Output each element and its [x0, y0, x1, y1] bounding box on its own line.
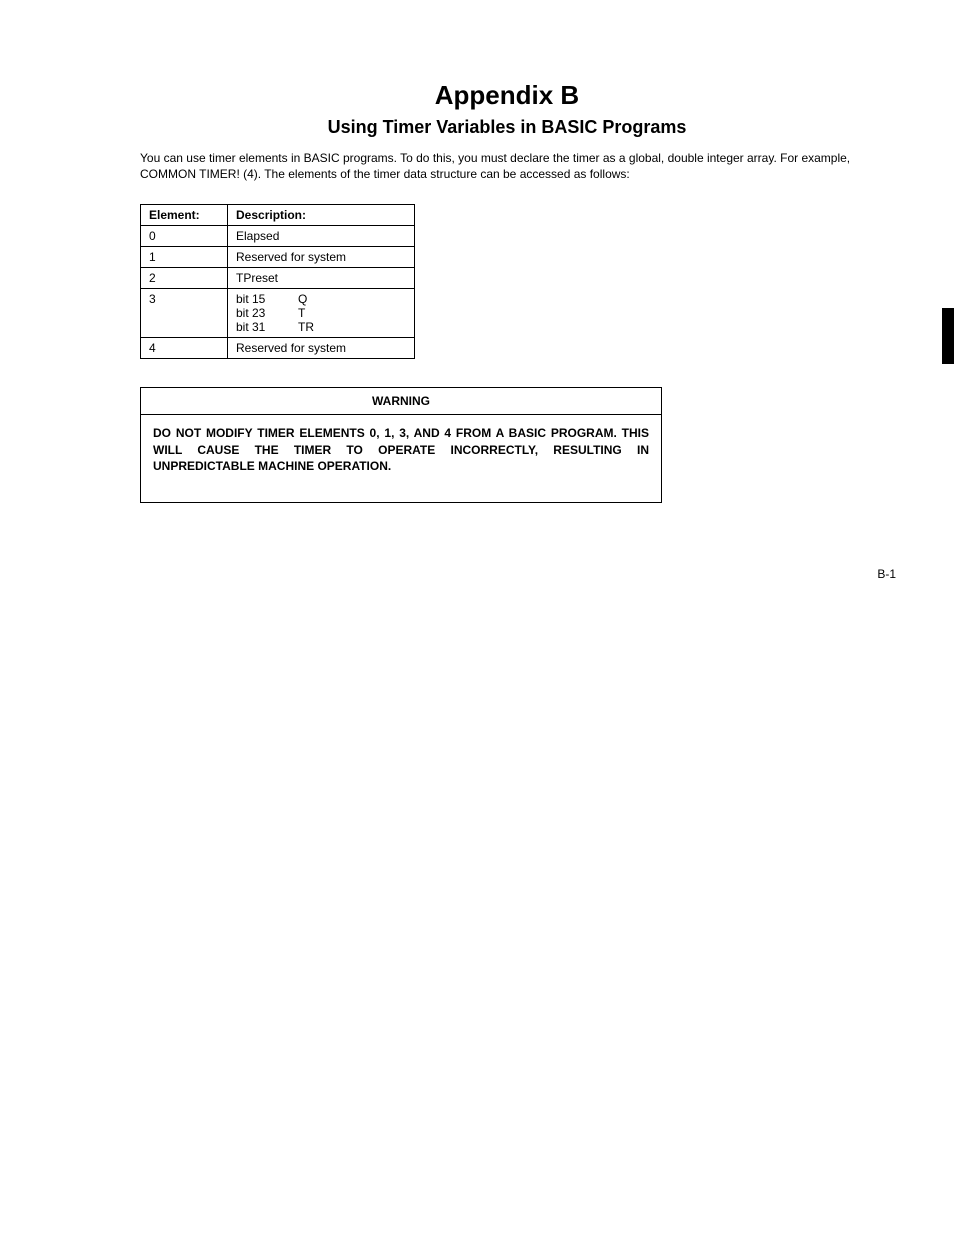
intro-paragraph: You can use timer elements in BASIC prog…	[140, 150, 874, 182]
table-row: 0 Elapsed	[141, 226, 415, 247]
page-number: B-1	[877, 567, 896, 581]
appendix-title: Appendix B	[140, 80, 874, 111]
header-element: Element:	[141, 205, 228, 226]
side-tab-marker	[942, 308, 954, 364]
section-subtitle: Using Timer Variables in BASIC Programs	[140, 117, 874, 138]
cell-description: Reserved for system	[228, 247, 415, 268]
table-row: 4 Reserved for system	[141, 338, 415, 359]
table-row: 1 Reserved for system	[141, 247, 415, 268]
page-content: Appendix B Using Timer Variables in BASI…	[0, 0, 954, 543]
warning-body: DO NOT MODIFY TIMER ELEMENTS 0, 1, 3, AN…	[141, 415, 661, 502]
bit-label: bit 23	[236, 306, 298, 320]
cell-element: 3	[141, 289, 228, 338]
table-row: 2 TPreset	[141, 268, 415, 289]
bit-value: T	[298, 306, 305, 320]
table-header-row: Element: Description:	[141, 205, 415, 226]
timer-elements-table: Element: Description: 0 Elapsed 1 Reserv…	[140, 204, 415, 359]
cell-element: 1	[141, 247, 228, 268]
cell-description: bit 15Q bit 23T bit 31TR	[228, 289, 415, 338]
table-row: 3 bit 15Q bit 23T bit 31TR	[141, 289, 415, 338]
warning-heading: WARNING	[141, 388, 661, 415]
cell-element: 2	[141, 268, 228, 289]
cell-element: 0	[141, 226, 228, 247]
cell-description: TPreset	[228, 268, 415, 289]
bit-label: bit 15	[236, 292, 298, 306]
cell-description: Elapsed	[228, 226, 415, 247]
header-description: Description:	[228, 205, 415, 226]
bit-value: TR	[298, 320, 314, 334]
cell-element: 4	[141, 338, 228, 359]
warning-box: WARNING DO NOT MODIFY TIMER ELEMENTS 0, …	[140, 387, 662, 503]
bit-label: bit 31	[236, 320, 298, 334]
bit-value: Q	[298, 292, 307, 306]
cell-description: Reserved for system	[228, 338, 415, 359]
